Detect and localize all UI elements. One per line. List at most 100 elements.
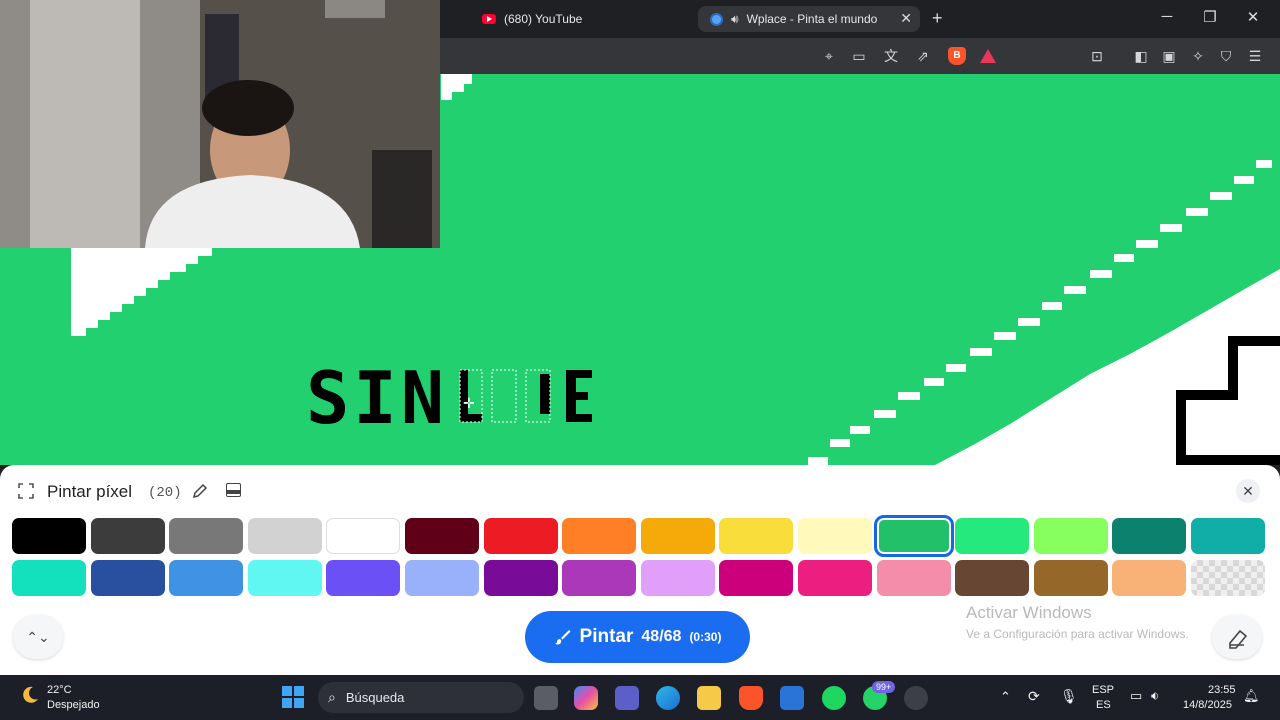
weather-description: Despejado (47, 699, 100, 711)
template-icon[interactable] (226, 483, 241, 497)
color-swatch[interactable] (955, 560, 1030, 596)
color-swatch[interactable] (405, 518, 479, 554)
brush-icon (554, 630, 571, 645)
wallet-icon[interactable]: ▣ (1160, 47, 1178, 65)
color-swatch[interactable] (955, 518, 1030, 554)
volume-icon[interactable]: 🔉︎ (1151, 688, 1159, 704)
color-swatch[interactable] (719, 560, 794, 596)
close-tab-icon[interactable]: ✕ (900, 10, 912, 27)
network-icon[interactable]: ▭ (1130, 688, 1142, 704)
tab-wplace[interactable]: 🔊︎ Wplace - Pinta el mundo ✕ (698, 6, 920, 32)
color-swatch[interactable] (247, 518, 322, 554)
sidebar-icon[interactable]: ◧ (1132, 47, 1150, 65)
color-swatch[interactable] (90, 518, 165, 554)
white-pixel-area (441, 74, 472, 100)
clock-date[interactable]: 14/8/2025 (1183, 699, 1232, 711)
brave-rewards-icon[interactable] (980, 49, 996, 63)
pencil-icon[interactable] (192, 483, 208, 499)
paint-charges: 48/68 (641, 628, 682, 645)
tab-label: (680) YouTube (504, 12, 583, 26)
color-swatch[interactable] (798, 518, 872, 554)
paint-button[interactable]: Pintar 48/68 (0:30) (525, 611, 750, 663)
windows-start-icon[interactable] (282, 686, 304, 708)
language-top[interactable]: ESP (1092, 684, 1114, 696)
restore-icon[interactable]: ❐ (1200, 8, 1220, 26)
vpn-shield-icon[interactable]: ⛉ (1217, 47, 1235, 65)
color-swatch[interactable] (562, 560, 637, 596)
close-panel-button[interactable]: ✕ (1236, 479, 1260, 503)
globe-icon (710, 12, 723, 26)
panel-title: Pintar píxel (47, 482, 133, 501)
spotify-icon[interactable] (822, 686, 846, 710)
color-swatch[interactable] (876, 560, 951, 596)
eraser-button[interactable] (1212, 615, 1262, 659)
color-swatch[interactable] (1112, 518, 1187, 554)
color-swatch[interactable] (719, 518, 794, 554)
teams-icon[interactable] (615, 686, 639, 710)
brave-browser-icon[interactable] (739, 686, 763, 710)
expand-icon[interactable] (18, 483, 34, 499)
minimize-icon[interactable]: ─ (1157, 8, 1177, 25)
close-window-icon[interactable]: ✕ (1243, 8, 1263, 26)
obs-icon[interactable] (904, 686, 928, 710)
new-tab-button[interactable]: + (932, 8, 943, 29)
pixel-text: SIN (306, 356, 448, 440)
sync-icon[interactable]: ⟳ (1028, 688, 1040, 705)
pixel-count: (20) (148, 485, 182, 501)
brave-shields-icon[interactable]: B (948, 47, 966, 65)
translate-icon[interactable]: 文 (882, 47, 900, 65)
clock-time[interactable]: 23:55 (1208, 684, 1236, 696)
color-swatch[interactable] (798, 560, 872, 596)
color-swatch[interactable] (1112, 560, 1187, 596)
microphone-icon[interactable]: 🎙︎ (1060, 688, 1078, 705)
color-swatch[interactable] (90, 560, 165, 596)
color-swatch[interactable] (247, 560, 322, 596)
location-off-icon[interactable]: ⌖ (820, 47, 838, 65)
cast-icon[interactable]: ▭ (850, 47, 868, 65)
task-view-icon[interactable] (534, 686, 558, 710)
notification-bell-icon[interactable]: 🔔︎ (1243, 688, 1260, 704)
tab-label: Wplace - Pinta el mundo (746, 12, 878, 26)
color-swatch[interactable] (1033, 518, 1108, 554)
weather-moon-icon[interactable] (20, 685, 40, 705)
color-swatch[interactable] (873, 515, 954, 557)
color-swatch[interactable] (483, 518, 558, 554)
webcam-image (0, 0, 440, 248)
store-icon[interactable] (780, 686, 804, 710)
file-explorer-icon[interactable] (697, 686, 721, 710)
color-swatch[interactable] (169, 560, 244, 596)
color-swatch[interactable] (12, 518, 86, 554)
language-bottom[interactable]: ES (1096, 699, 1111, 711)
collapse-toggle-button[interactable]: ⌃⌄ (13, 615, 63, 659)
speaker-icon[interactable]: 🔊︎ (731, 12, 739, 27)
youtube-icon (482, 14, 496, 24)
white-pixel-area-left (71, 248, 212, 336)
color-swatch[interactable] (169, 518, 244, 554)
tab-youtube[interactable]: (680) YouTube (470, 6, 690, 32)
color-swatch[interactable] (1033, 560, 1108, 596)
copilot-icon[interactable] (574, 686, 598, 710)
edge-icon[interactable] (656, 686, 680, 710)
search-placeholder: Búsqueda (345, 690, 405, 705)
search-icon: ⌕ (328, 689, 336, 705)
weather-temperature: 22°C (47, 684, 72, 696)
taskbar-search[interactable]: ⌕ Búsqueda (318, 682, 524, 713)
windows-taskbar: 22°C Despejado ⌕ Búsqueda 99+ ⌃ ⟳ 🎙︎ ESP… (0, 675, 1280, 720)
color-swatch[interactable] (483, 560, 558, 596)
color-swatch[interactable] (405, 560, 479, 596)
color-swatch[interactable] (562, 518, 637, 554)
color-swatch[interactable] (12, 560, 86, 596)
screenshot-icon[interactable]: ⊡ (1088, 47, 1106, 65)
share-icon[interactable]: ⇗ (914, 47, 932, 65)
transparent-swatch[interactable] (1191, 560, 1265, 596)
color-swatch[interactable] (640, 518, 715, 554)
menu-icon[interactable]: ☰ (1246, 47, 1264, 65)
color-swatch[interactable] (326, 518, 401, 554)
color-swatch[interactable] (640, 560, 715, 596)
color-swatch[interactable] (326, 560, 401, 596)
windows-activation-subtitle: Ve a Configuración para activar Windows. (966, 627, 1189, 641)
paint-timer: (0:30) (689, 630, 722, 644)
leo-ai-icon[interactable]: ✧ (1189, 47, 1207, 65)
color-swatch[interactable] (1191, 518, 1265, 554)
chevron-up-icon[interactable]: ⌃ (1000, 689, 1011, 705)
